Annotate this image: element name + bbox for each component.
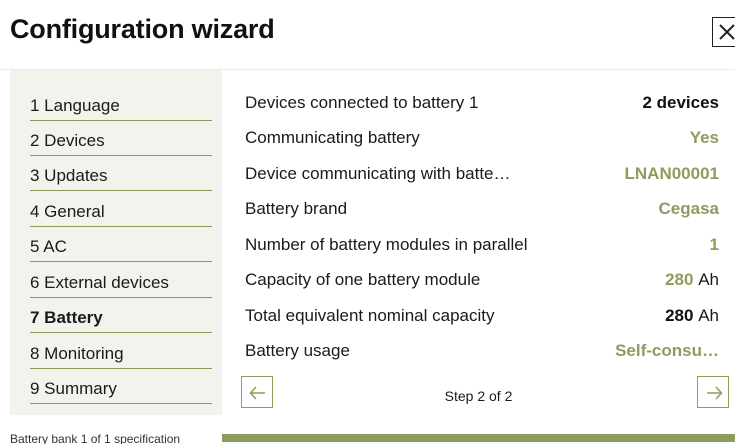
step-ac[interactable]: 5 AC	[30, 227, 212, 262]
battery-bank-label: Battery bank 1 of 1 specification	[10, 432, 181, 444]
detail-value: 280 Ah	[665, 270, 719, 289]
detail-value: 1	[709, 235, 719, 254]
detail-unit: Ah	[698, 270, 719, 289]
detail-label: Total equivalent nominal capacity	[245, 306, 495, 325]
step-external-devices[interactable]: 6 External devices	[30, 263, 212, 298]
detail-value: Self-consu…	[615, 341, 719, 360]
detail-row: Device communicating with batte… LNAN000…	[245, 164, 719, 199]
close-button[interactable]	[712, 17, 735, 47]
detail-label: Devices connected to battery 1	[245, 93, 479, 112]
step-battery[interactable]: 7 Battery	[30, 298, 212, 333]
step-devices[interactable]: 2 Devices	[30, 121, 212, 156]
detail-row: Number of battery modules in parallel 1	[245, 235, 719, 270]
detail-value: 2 devices	[642, 93, 719, 112]
step-indicator: Step 2 of 2	[444, 388, 513, 404]
detail-label: Device communicating with batte…	[245, 164, 511, 183]
step-language[interactable]: 1 Language	[30, 86, 212, 121]
arrow-right-icon	[707, 386, 723, 400]
detail-row: Communicating battery Yes	[245, 128, 719, 163]
detail-row: Devices connected to battery 1 2 devices	[245, 93, 719, 128]
battery-details-panel: Devices connected to battery 1 2 devices…	[222, 70, 735, 415]
detail-label: Number of battery modules in parallel	[245, 235, 528, 254]
step-general[interactable]: 4 General	[30, 192, 212, 227]
detail-unit: Ah	[698, 306, 719, 325]
wizard-steps-sidebar: 1 Language 2 Devices 3 Updates 4 General…	[10, 70, 222, 415]
step-monitoring[interactable]: 8 Monitoring	[30, 334, 212, 369]
detail-value: LNAN00001	[624, 164, 720, 183]
next-button[interactable]	[697, 376, 729, 408]
battery-bank-bar	[222, 434, 735, 442]
detail-label: Communicating battery	[245, 128, 420, 147]
wizard-header: Configuration wizard	[0, 0, 735, 70]
detail-value: Yes	[689, 128, 719, 147]
detail-row: Capacity of one battery module 280 Ah	[245, 270, 719, 305]
detail-value: Cegasa	[658, 199, 719, 218]
detail-row: Total equivalent nominal capacity 280 Ah	[245, 306, 719, 341]
close-icon	[719, 24, 735, 40]
page-title: Configuration wizard	[10, 14, 275, 44]
detail-label: Battery brand	[245, 199, 348, 218]
detail-value: 280 Ah	[665, 306, 719, 325]
step-updates[interactable]: 3 Updates	[30, 156, 212, 191]
step-summary[interactable]: 9 Summary	[30, 369, 212, 404]
detail-label: Battery usage	[245, 341, 350, 360]
detail-label: Capacity of one battery module	[245, 270, 481, 289]
detail-row: Battery brand Cegasa	[245, 199, 719, 234]
detail-row: Battery usage Self-consu…	[245, 341, 719, 376]
